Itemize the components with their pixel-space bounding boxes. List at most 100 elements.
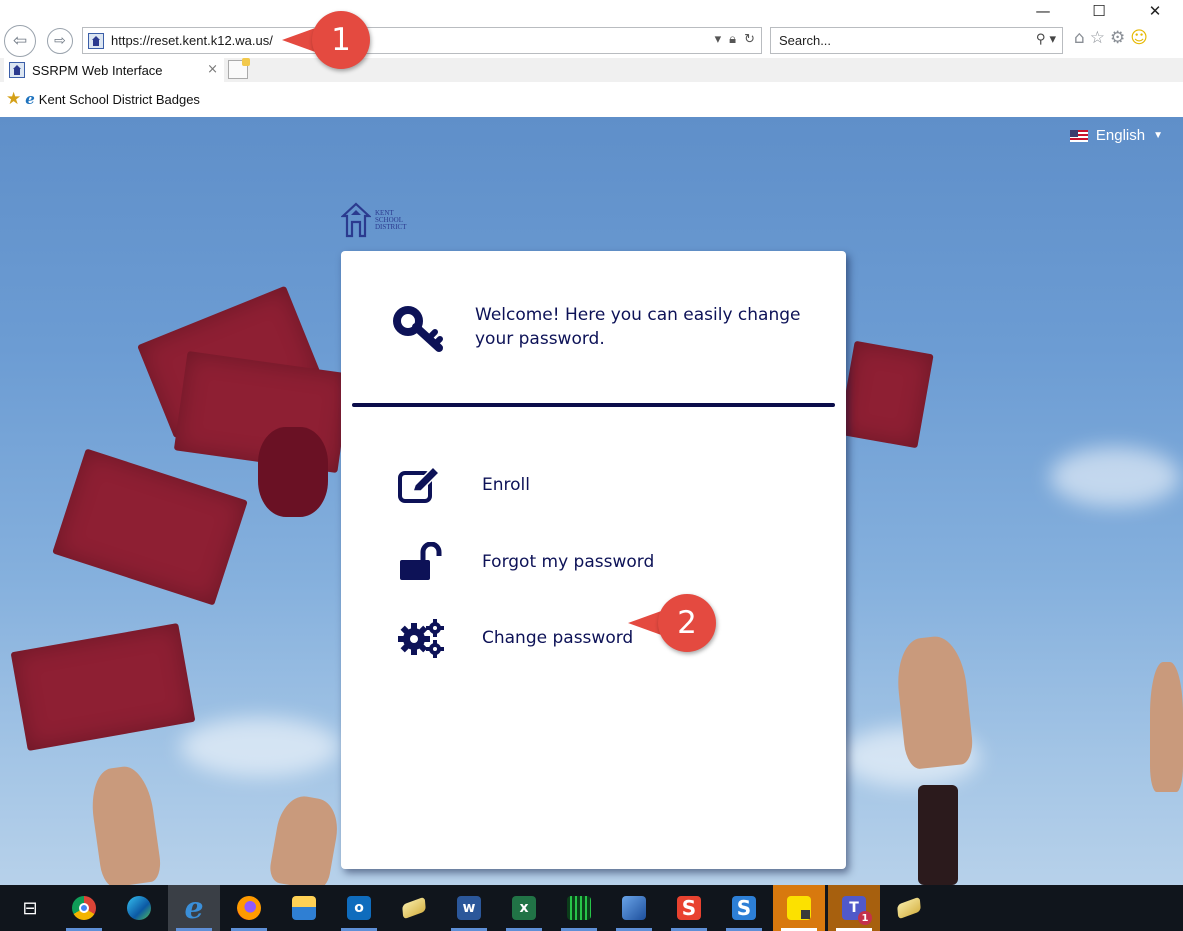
school-logo-icon [341, 202, 371, 238]
taskbar-eraser-app-2[interactable] [883, 885, 935, 931]
gears-icon [397, 618, 447, 658]
browser-chrome: — ☐ ✕ ⇦ ⇨ https://reset.kent.k12.wa.us/ … [0, 0, 1183, 117]
lock-icon[interactable]: 🔒︎ [729, 32, 736, 47]
url-text: https://reset.kent.k12.wa.us/ [111, 33, 273, 48]
search-icon[interactable]: ⚲ ▾ [1036, 32, 1056, 47]
feedback-smiley-icon[interactable]: ☺ [1130, 28, 1148, 48]
callout-1: 1 [282, 11, 370, 69]
minimize-button[interactable]: — [1015, 0, 1071, 22]
raised-hand [267, 792, 343, 885]
taskbar-server-app[interactable] [553, 885, 605, 931]
snagit-icon: S [677, 896, 701, 920]
language-label: English [1095, 127, 1146, 144]
refresh-icon[interactable]: ↻ [744, 32, 755, 47]
tab-ssrpm[interactable]: SSRPM Web Interface × [4, 58, 224, 82]
taskbar-sticky-notes[interactable] [773, 885, 825, 931]
callout-2: 2 [628, 594, 716, 652]
site-favicon-icon [88, 32, 104, 49]
search-placeholder: Search... [779, 33, 832, 48]
kent-school-district-logo: KENT SCHOOL DISTRICT [341, 202, 407, 238]
window-controls: — ☐ ✕ [1015, 0, 1183, 22]
taskbar-edge[interactable] [113, 885, 165, 931]
address-bar[interactable]: https://reset.kent.k12.wa.us/ ▾ 🔒︎ ↻ [82, 27, 762, 54]
tab-title: SSRPM Web Interface [32, 62, 163, 78]
raised-hand [87, 763, 163, 885]
callout-number: 1 [312, 11, 370, 69]
task-view-icon: ⊟ [22, 897, 38, 919]
sticky-notes-icon [787, 896, 811, 920]
favorites-bar: ★ e Kent School District Badges [0, 86, 1183, 112]
add-favorite-star-icon[interactable]: ★ [6, 89, 21, 109]
taskbar-teams[interactable]: T 1 [828, 885, 880, 931]
sleeve [918, 785, 958, 885]
task-view-button[interactable]: ⊟ [4, 885, 56, 931]
arrow-left-icon: ⇦ [12, 31, 28, 51]
remote-app-icon [622, 896, 646, 920]
maximize-button[interactable]: ☐ [1071, 0, 1127, 22]
cloud [180, 717, 340, 777]
taskbar-firefox[interactable] [223, 885, 275, 931]
forgot-password-label: Forgot my password [482, 552, 655, 572]
ie-page-icon: e [25, 90, 35, 108]
taskbar-eraser-app[interactable] [388, 885, 440, 931]
favorites-bar-item[interactable]: Kent School District Badges [39, 92, 200, 107]
edge-icon [127, 896, 151, 920]
graduation-cap [10, 622, 196, 752]
back-button[interactable]: ⇦ [4, 25, 36, 57]
server-app-icon [567, 896, 591, 920]
eraser-app-icon [897, 896, 921, 920]
forward-button[interactable]: ⇨ [47, 28, 73, 54]
callout-number: 2 [658, 594, 716, 652]
firefox-icon [237, 896, 261, 920]
eraser-app-icon [402, 896, 426, 920]
welcome-message: Welcome! Here you can easily change your… [475, 305, 801, 349]
address-row: ⇦ ⇨ https://reset.kent.k12.wa.us/ ▾ 🔒︎ ↻… [0, 22, 1183, 58]
file-explorer-icon [292, 896, 316, 920]
favorites-star-icon[interactable]: ☆ [1090, 28, 1105, 48]
teams-icon: T 1 [842, 896, 872, 925]
page-background: English ▼ KENT SCHOOL DISTRICT Welcome! … [0, 117, 1183, 885]
ssrpm-card: Welcome! Here you can easily change your… [341, 251, 846, 869]
taskbar-outlook[interactable]: o [333, 885, 385, 931]
home-icon[interactable]: ⌂ [1074, 28, 1085, 48]
taskbar-internet-explorer[interactable]: e [168, 885, 220, 931]
taskbar-remote-app[interactable] [608, 885, 660, 931]
outlook-icon: o [347, 896, 371, 920]
language-selector[interactable]: English ▼ [1069, 127, 1163, 144]
card-divider [352, 403, 835, 407]
close-window-button[interactable]: ✕ [1127, 0, 1183, 22]
enroll-label: Enroll [482, 475, 530, 495]
chrome-icon [72, 896, 96, 920]
taskbar-word[interactable]: w [443, 885, 495, 931]
key-icon [393, 304, 451, 359]
taskbar-snagit[interactable]: S [663, 885, 715, 931]
search-field[interactable]: Search... ⚲ ▾ [770, 27, 1063, 54]
raised-hand [893, 633, 975, 771]
us-flag-icon [1069, 129, 1088, 142]
toolbar-icons: ⌂ ☆ ⚙ ☺ [1074, 28, 1148, 48]
edit-icon [397, 465, 447, 505]
unlock-icon [397, 542, 447, 582]
new-tab-button[interactable] [228, 58, 250, 79]
tab-close-icon[interactable]: × [207, 62, 218, 77]
settings-gear-icon[interactable]: ⚙ [1110, 28, 1125, 48]
graduation-cap [52, 448, 248, 606]
cap-base [258, 427, 328, 517]
dropdown-arrow-icon[interactable]: ▾ [715, 32, 722, 47]
tab-favicon-icon [9, 62, 25, 78]
taskbar-snagit-editor[interactable]: S [718, 885, 770, 931]
taskbar-chrome[interactable] [58, 885, 110, 931]
taskbar-excel[interactable]: x [498, 885, 550, 931]
raised-hand [1150, 662, 1183, 792]
enroll-link[interactable]: Enroll [397, 465, 530, 505]
teams-badge: 1 [858, 911, 872, 925]
graduation-cap [838, 340, 934, 449]
word-icon: w [457, 896, 481, 920]
forgot-password-link[interactable]: Forgot my password [397, 542, 654, 582]
internet-explorer-icon: e [184, 890, 204, 926]
cloud [1050, 447, 1180, 507]
change-password-link[interactable]: Change password [397, 618, 633, 658]
taskbar-file-explorer[interactable] [278, 885, 330, 931]
arrow-right-icon: ⇨ [54, 33, 66, 49]
caret-down-icon: ▼ [1153, 130, 1163, 141]
